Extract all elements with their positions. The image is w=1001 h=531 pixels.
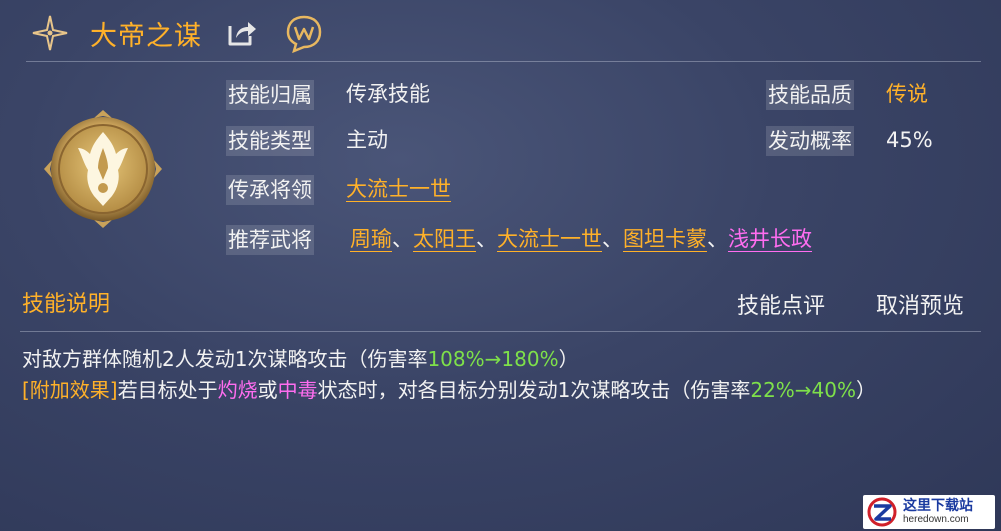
cancel-preview-button[interactable]: 取消预览 [876,292,964,322]
watermark-en: heredown.com [903,514,969,525]
skill-type-label: 技能类型 [226,126,314,156]
description-text: 状态时，对各目标分别发动1次谋略攻击（伤害率 [317,378,751,402]
recommend-general-link[interactable]: 浅井长政 [728,227,812,251]
description-text: 或 [257,378,278,402]
damage-rate: 22%→40% [750,378,857,402]
watermark-cn: 这里下载站 [903,498,973,514]
recommend-general-link[interactable]: 周瑜 [350,227,392,251]
trigger-chance-value: 45% [886,128,933,152]
description-line: 对敌方群体随机2人发动1次谋略攻击（伤害率108%→180%） [22,344,982,375]
description-text: ） [856,378,877,402]
skill-belong-label: 技能归属 [226,80,314,110]
share-icon[interactable] [224,16,258,50]
inherit-general-label: 传承将领 [226,175,314,205]
header-divider [26,61,981,62]
inherit-general-link[interactable]: 大流士一世 [346,175,451,203]
list-separator: 、 [392,227,413,251]
recommend-general-label: 推荐武将 [226,225,314,255]
skill-review-button[interactable]: 技能点评 [737,292,825,322]
site-watermark: 这里下载站 heredown.com [863,495,995,529]
star-icon [32,15,68,51]
section-divider [20,331,981,332]
skill-type-value: 主动 [346,128,388,152]
status-burn: 灼烧 [217,378,258,402]
list-separator: 、 [707,227,728,251]
description-text: 若目标处于 [117,378,218,402]
list-separator: 、 [602,227,623,251]
recommend-general-list: 周瑜、太阳王、大流士一世、图坦卡蒙、浅井长政 [350,225,812,253]
recommend-general-link[interactable]: 太阳王 [413,227,476,251]
extra-effect-tag: [附加效果] [22,378,118,402]
skill-belong-value: 传承技能 [346,82,430,106]
wiki-icon[interactable] [284,13,324,53]
skill-description-title: 技能说明 [22,292,111,317]
header: 大帝之谋 [30,10,324,56]
description-line: [附加效果]若目标处于灼烧或中毒状态时，对各目标分别发动1次谋略攻击（伤害率22… [22,375,982,406]
description-text: ） [558,347,579,371]
damage-rate: 108%→180% [427,347,559,371]
recommend-general-link[interactable]: 图坦卡蒙 [623,227,707,251]
status-poison: 中毒 [277,378,318,402]
recommend-general-link[interactable]: 大流士一世 [497,227,602,251]
skill-description: 对敌方群体随机2人发动1次谋略攻击（伤害率108%→180%） [附加效果]若目… [22,344,982,406]
list-separator: 、 [476,227,497,251]
trigger-chance-label: 发动概率 [766,126,854,156]
description-text: 对敌方群体随机2人发动1次谋略攻击（伤害率 [22,347,428,371]
skill-title: 大帝之谋 [90,20,202,52]
skill-quality-value: 传说 [886,82,928,106]
site-logo-icon [867,497,897,527]
skill-quality-label: 技能品质 [766,80,854,110]
skill-emblem-icon [44,110,162,228]
